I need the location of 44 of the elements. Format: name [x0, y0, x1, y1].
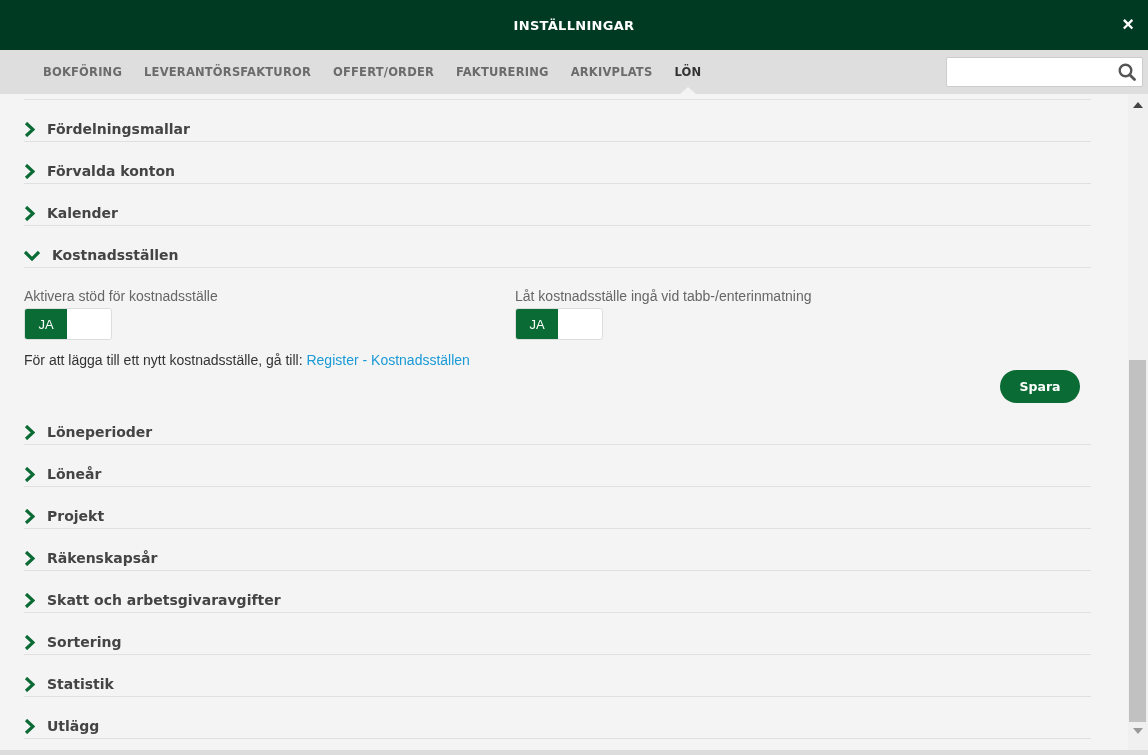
- close-button[interactable]: ×: [1122, 14, 1134, 34]
- toggle-switch[interactable]: JA: [515, 308, 603, 340]
- chevron-right-icon: [24, 424, 35, 440]
- chevron-right-icon: [24, 550, 35, 566]
- tab[interactable]: LÖN: [663, 50, 713, 94]
- section-header[interactable]: Förvalda konton: [24, 163, 176, 179]
- section-header[interactable]: Sortering: [24, 634, 122, 650]
- chevron-right-icon: [24, 676, 35, 692]
- section-header[interactable]: Kostnadsställen: [24, 247, 179, 263]
- chevron-right-icon: [24, 466, 35, 482]
- chevron-down-icon: [24, 249, 40, 261]
- section-header[interactable]: Skatt och arbetsgivaravgifter: [24, 592, 281, 608]
- info-text: För att lägga till ett nytt kostnadsställe, gå till: Register - Kostnadsställen: [24, 352, 471, 368]
- search-icon[interactable]: [1118, 63, 1136, 81]
- scroll-down-icon[interactable]: [1133, 728, 1143, 734]
- section-header[interactable]: Projekt: [24, 508, 105, 524]
- section-header[interactable]: Statistik: [24, 676, 114, 692]
- save-button[interactable]: Spara: [1000, 370, 1080, 403]
- chevron-right-icon: [24, 163, 35, 179]
- section-header[interactable]: Löneår: [24, 466, 102, 482]
- tab[interactable]: FAKTURERING: [445, 50, 560, 94]
- section-header[interactable]: Utlägg: [24, 718, 100, 734]
- tab[interactable]: BOKFÖRING: [32, 50, 134, 94]
- tab[interactable]: OFFERT/ORDER: [322, 50, 445, 94]
- setting-label: Låt kostnadsställe ingå vid tabb-/enterinmatning: [515, 288, 813, 304]
- section-header[interactable]: Fördelningsmallar: [24, 121, 190, 137]
- section-header[interactable]: Löneperioder: [24, 424, 153, 440]
- section-header[interactable]: Räkenskapsår: [24, 550, 158, 566]
- chevron-right-icon: [24, 634, 35, 650]
- scrollbar-thumb[interactable]: [1129, 360, 1146, 722]
- setting-label: Aktivera stöd för kostnadsställe: [24, 288, 219, 304]
- chevron-right-icon: [24, 205, 35, 221]
- search-field[interactable]: [946, 57, 1143, 87]
- chevron-right-icon: [24, 121, 35, 137]
- chevron-right-icon: [24, 718, 35, 734]
- tab[interactable]: ARKIVPLATS: [559, 50, 664, 94]
- scrollbar[interactable]: [1128, 94, 1148, 750]
- scroll-up-icon[interactable]: [1133, 102, 1143, 108]
- section-header[interactable]: Kalender: [24, 205, 118, 221]
- tab[interactable]: LEVERANTÖRSFAKTUROR: [133, 50, 322, 94]
- chevron-right-icon: [24, 508, 35, 524]
- toggle-switch[interactable]: JA: [24, 308, 112, 340]
- window-title: INSTÄLLNINGAR: [513, 17, 635, 33]
- chevron-right-icon: [24, 592, 35, 608]
